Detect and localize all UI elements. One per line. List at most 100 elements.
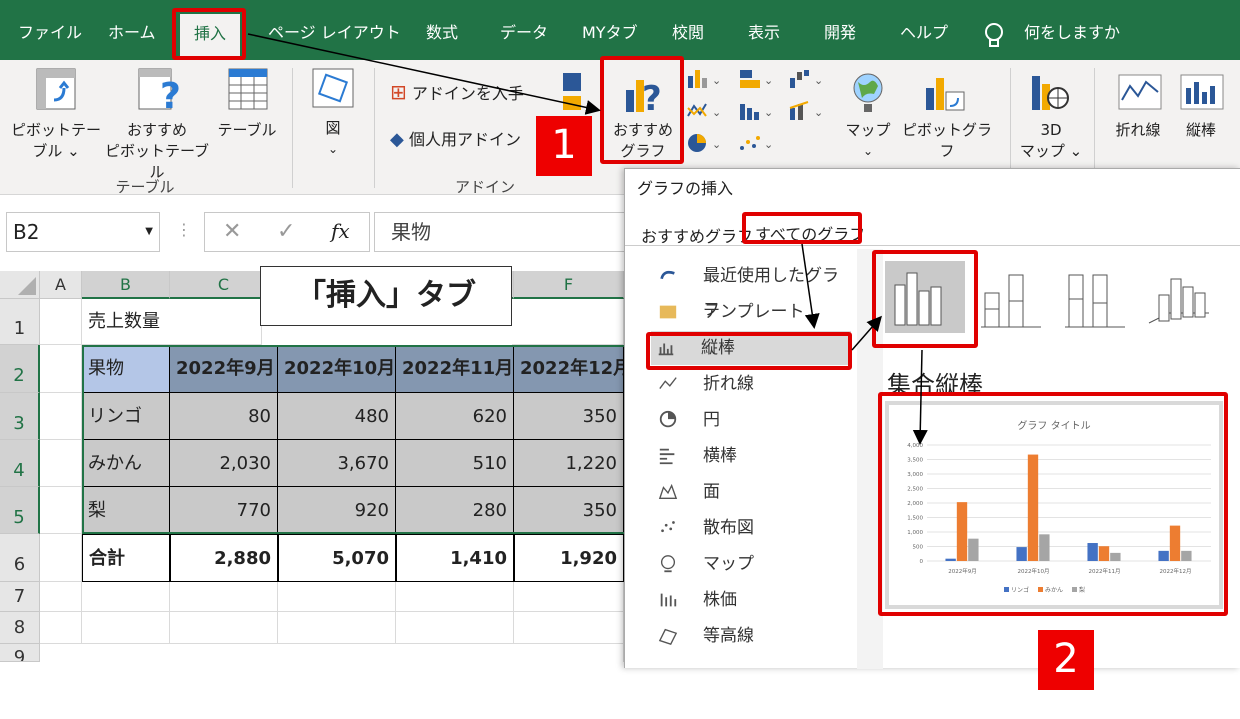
table-button[interactable]: テーブル — [210, 120, 284, 141]
data-cell[interactable]: 480 — [278, 393, 396, 440]
header-cell[interactable]: 2022年11月 — [396, 345, 514, 393]
column-header-f[interactable]: F — [514, 271, 624, 299]
data-cell[interactable]: 920 — [278, 487, 396, 534]
row-header-2[interactable]: 2 — [0, 345, 40, 393]
category-stock[interactable]: 株価 — [653, 583, 853, 617]
cell-a1[interactable] — [40, 299, 82, 345]
cell-empty[interactable] — [82, 612, 170, 644]
data-cell[interactable]: みかん — [82, 440, 170, 487]
subtype-3d-column[interactable] — [1145, 265, 1215, 331]
tell-me-search[interactable]: 何をしますか — [1024, 0, 1120, 60]
cell-empty[interactable] — [82, 582, 170, 612]
row-header-4[interactable]: 4 — [0, 440, 40, 487]
tab-file[interactable]: ファイル — [18, 0, 82, 60]
cell-empty[interactable] — [170, 582, 278, 612]
data-cell[interactable]: 梨 — [82, 487, 170, 534]
statistic-chart-small-icon[interactable]: ⌄ — [738, 100, 778, 126]
line-chart-small-icon[interactable]: ⌄ — [686, 100, 726, 126]
header-cell[interactable]: 2022年10月 — [278, 345, 396, 393]
combo-chart-small-icon[interactable]: ⌄ — [788, 100, 828, 126]
total-cell[interactable]: 1,410 — [396, 534, 514, 582]
waterfall-chart-small-icon[interactable]: ⌄ — [788, 68, 828, 94]
cell-empty[interactable] — [40, 582, 82, 612]
row-header-8[interactable]: 8 — [0, 612, 40, 644]
cell-a4[interactable] — [40, 440, 82, 487]
cell-empty[interactable] — [40, 644, 624, 662]
row-header-3[interactable]: 3 — [0, 393, 40, 440]
data-cell[interactable]: 1,220 — [514, 440, 624, 487]
data-cell[interactable]: 350 — [514, 393, 624, 440]
data-cell[interactable]: 620 — [396, 393, 514, 440]
row-header-9[interactable]: 9 — [0, 644, 40, 662]
row-header-5[interactable]: 5 — [0, 487, 40, 534]
cell-empty[interactable] — [396, 612, 514, 644]
map-chart-button[interactable]: マップ ⌄ — [840, 120, 896, 162]
row-header-1[interactable]: 1 — [0, 299, 40, 345]
data-cell[interactable]: 510 — [396, 440, 514, 487]
category-area[interactable]: 面 — [653, 475, 853, 509]
category-bar[interactable]: 横棒 — [653, 439, 853, 473]
category-line[interactable]: 折れ線 — [653, 367, 853, 401]
data-cell[interactable]: 280 — [396, 487, 514, 534]
recommended-pivot-button[interactable]: おすすめ ピボットテーブル — [98, 120, 216, 183]
column-chart-small-icon[interactable]: ⌄ — [686, 68, 726, 94]
cell-empty[interactable] — [170, 612, 278, 644]
select-all-corner[interactable] — [0, 271, 40, 299]
data-cell[interactable]: 2,030 — [170, 440, 278, 487]
cell-a6[interactable] — [40, 534, 82, 582]
cell-a3[interactable] — [40, 393, 82, 440]
column-header-a[interactable]: A — [40, 271, 82, 299]
tab-developer[interactable]: 開発 — [824, 0, 856, 60]
data-cell[interactable]: 350 — [514, 487, 624, 534]
sparkline-column-button[interactable]: 縦棒 — [1176, 120, 1226, 141]
row-header-6[interactable]: 6 — [0, 534, 40, 582]
3d-map-button[interactable]: 3D マップ ⌄ — [1018, 120, 1084, 162]
total-cell[interactable]: 1,920 — [514, 534, 624, 582]
header-cell[interactable]: 2022年9月 — [170, 345, 278, 393]
data-cell[interactable]: 3,670 — [278, 440, 396, 487]
insert-function-icon[interactable]: fx — [331, 219, 350, 243]
cell-f1[interactable] — [512, 299, 624, 345]
category-template[interactable]: テンプレート — [653, 295, 853, 329]
category-scatter[interactable]: 散布図 — [653, 511, 853, 545]
tab-my-tab[interactable]: MYタブ — [582, 0, 638, 60]
scatter-chart-small-icon[interactable]: ⌄ — [738, 132, 778, 158]
enter-icon[interactable]: ✓ — [277, 219, 295, 244]
pivot-table-button[interactable]: ピボットテー ブル ⌄ — [4, 120, 108, 162]
data-cell[interactable]: リンゴ — [82, 393, 170, 440]
cell-a5[interactable] — [40, 487, 82, 534]
row-header-7[interactable]: 7 — [0, 582, 40, 612]
tab-review[interactable]: 校閲 — [672, 0, 704, 60]
cell-b1[interactable]: 売上数量 — [82, 299, 262, 345]
data-cell[interactable]: 770 — [170, 487, 278, 534]
bar-chart-small-icon[interactable]: ⌄ — [738, 68, 778, 94]
pie-chart-small-icon[interactable]: ⌄ — [686, 132, 726, 158]
data-cell[interactable]: 80 — [170, 393, 278, 440]
tab-recommended-charts[interactable]: おすすめグラフ — [641, 223, 753, 247]
tab-view[interactable]: 表示 — [748, 0, 780, 60]
total-cell[interactable]: 合計 — [82, 534, 170, 582]
header-cell[interactable]: 2022年12月 — [514, 345, 624, 393]
name-box[interactable]: B2 ▼ — [6, 212, 160, 252]
category-pie[interactable]: 円 — [653, 403, 853, 437]
subtype-stacked-column[interactable] — [977, 265, 1047, 331]
total-cell[interactable]: 2,880 — [170, 534, 278, 582]
cell-empty[interactable] — [514, 612, 624, 644]
category-map[interactable]: マップ — [653, 547, 853, 581]
cell-empty[interactable] — [514, 582, 624, 612]
tab-home[interactable]: ホーム — [108, 0, 156, 60]
subtype-100-stacked-column[interactable] — [1061, 265, 1131, 331]
cell-a2[interactable] — [40, 345, 82, 393]
total-cell[interactable]: 5,070 — [278, 534, 396, 582]
illustrations-button[interactable]: 図 ⌄ — [312, 118, 354, 160]
tab-help[interactable]: ヘルプ — [900, 0, 948, 60]
cell-empty[interactable] — [278, 582, 396, 612]
cell-empty[interactable] — [396, 582, 514, 612]
sparkline-line-button[interactable]: 折れ線 — [1108, 120, 1168, 141]
tab-data[interactable]: データ — [500, 0, 548, 60]
cell-empty[interactable] — [40, 612, 82, 644]
category-surface[interactable]: 等高線 — [653, 619, 853, 653]
header-cell[interactable]: 果物 — [82, 345, 170, 393]
category-recent[interactable]: 最近使用したグラフ — [653, 259, 853, 320]
formula-input[interactable]: 果物 — [374, 212, 634, 252]
